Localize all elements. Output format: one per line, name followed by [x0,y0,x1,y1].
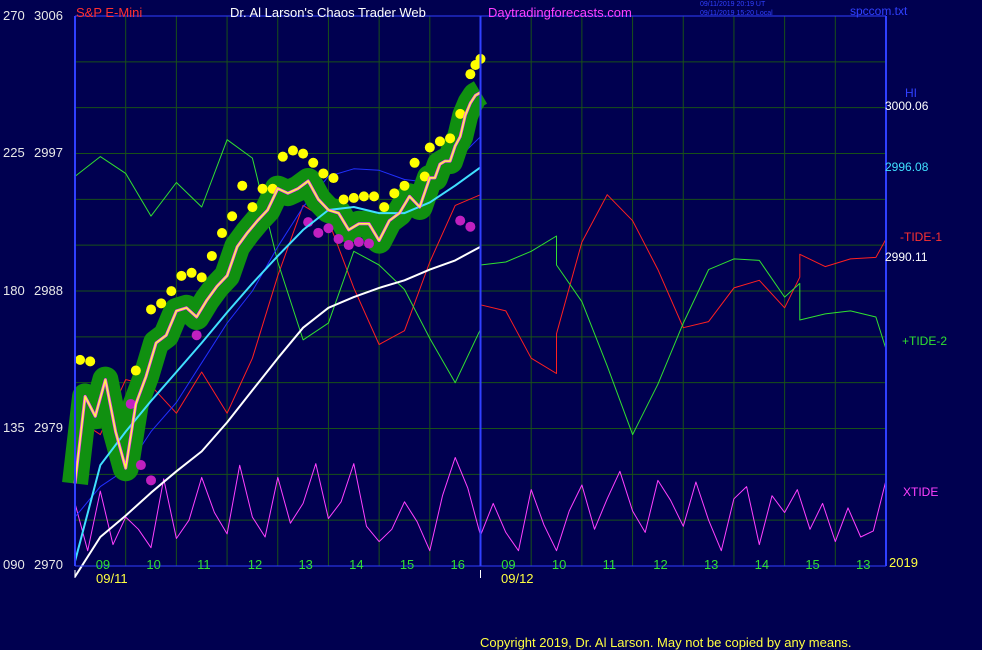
app-title: Dr. Al Larson's Chaos Trader Web [230,5,426,20]
year-label: 2019 [889,555,918,570]
high-ball-point [358,191,369,202]
date-label-day2: 09/12 [501,571,534,586]
y-label-2988: 2988 [34,283,63,298]
high-ball-point [277,151,288,162]
low-ball-point [353,237,364,247]
high-ball-point [389,188,400,199]
x-tick-label: 13 [856,557,871,572]
chart-svg [0,0,982,650]
high-ball-point [85,356,96,367]
low-ball-point [465,221,476,232]
x-tick-label: 09 [95,557,111,572]
x-tick-label: 15 [399,557,415,572]
y-label-135: 135 [3,420,25,435]
low-ball-point [313,227,324,238]
x-tick-label: 14 [349,557,364,572]
low-ball-point [323,223,334,234]
y-label-2979: 2979 [34,420,63,435]
y-label-top-price: 3006 [34,8,63,23]
high-ball-point [308,157,319,168]
x-tick-label: 12 [247,557,263,572]
copyright: Copyright 2019, Dr. Al Larson. May not b… [480,635,852,650]
xtide-label: XTIDE [903,485,939,499]
tide1-label: -TIDE-1 [900,230,942,244]
low-ball-point [363,238,374,249]
x-tick-label: 14 [754,557,770,572]
high-ball-point [318,168,329,179]
low-ball-point [191,330,202,341]
high-ball-point [465,69,476,80]
high-ball-point [409,157,420,168]
x-tick-label: 11 [602,557,617,572]
tide2-label: +TIDE-2 [902,334,948,348]
high-ball-point [247,202,258,213]
y-label-2997: 2997 [34,145,63,160]
y-label-2970: 2970 [34,557,63,572]
low-ball-point [333,233,344,244]
x-tick-label: 09 [501,557,516,572]
high-ball-point [348,192,359,203]
low-ball-point [135,460,146,471]
high-ball-point [227,211,238,222]
high-ball-point [369,191,380,202]
x-tick-label: 15 [805,557,820,572]
high-ball-point [237,180,248,191]
high-ball-point [75,354,86,365]
hi-value: 3000.06 [885,99,929,113]
ma-fast-value: 2996.08 [885,160,929,174]
source-file: spccom.txt [850,4,908,18]
x-tick-label: 10 [551,557,567,572]
low-ball-point [455,215,466,226]
x-tick-label: 11 [197,557,211,572]
high-ball-point [257,183,268,194]
high-ball-point [196,272,207,283]
high-ball-point [379,202,390,213]
low-ball-point [146,475,157,486]
y-label-225: 225 [3,145,25,160]
high-ball-point [166,286,177,297]
high-ball-point [206,250,217,261]
high-ball-point [146,304,157,315]
ma-slow-value: 2990.11 [885,250,928,264]
y-label-090: 090 [3,557,25,572]
y-label-180: 180 [3,283,25,298]
high-ball-point [298,148,309,159]
high-ball-point [216,228,227,239]
high-ball-point [130,365,141,376]
x-tick-label: 16 [450,557,465,572]
site-link[interactable]: Daytradingforecasts.com [488,6,632,19]
timestamp-ut: 09/11/2019 20:19 UT [700,1,766,8]
high-ball-point [399,180,410,191]
date-label-day1: 09/11 [96,571,128,586]
x-tick-label: 10 [146,557,161,572]
high-ball-point [186,267,197,278]
x-tick-label: 13 [298,557,313,572]
y-label-top-osc: 270 [3,8,25,23]
x-tick-label: 13 [703,557,719,572]
high-ball-point [434,136,445,147]
high-ball-point [176,270,187,281]
hi-label: HI [905,86,917,100]
high-ball-point [338,194,349,205]
high-ball-point [445,133,456,144]
high-ball-point [156,298,167,309]
high-ball-point [287,145,298,156]
low-ball-point [343,240,354,251]
symbol-title: S&P E-Mini [76,5,143,20]
timestamp-local: 09/11/2019 15:20 Local [700,10,773,17]
high-ball-point [424,142,435,153]
chart-background [0,0,982,650]
high-ball-point [328,173,339,184]
x-tick-label: 12 [653,557,668,572]
